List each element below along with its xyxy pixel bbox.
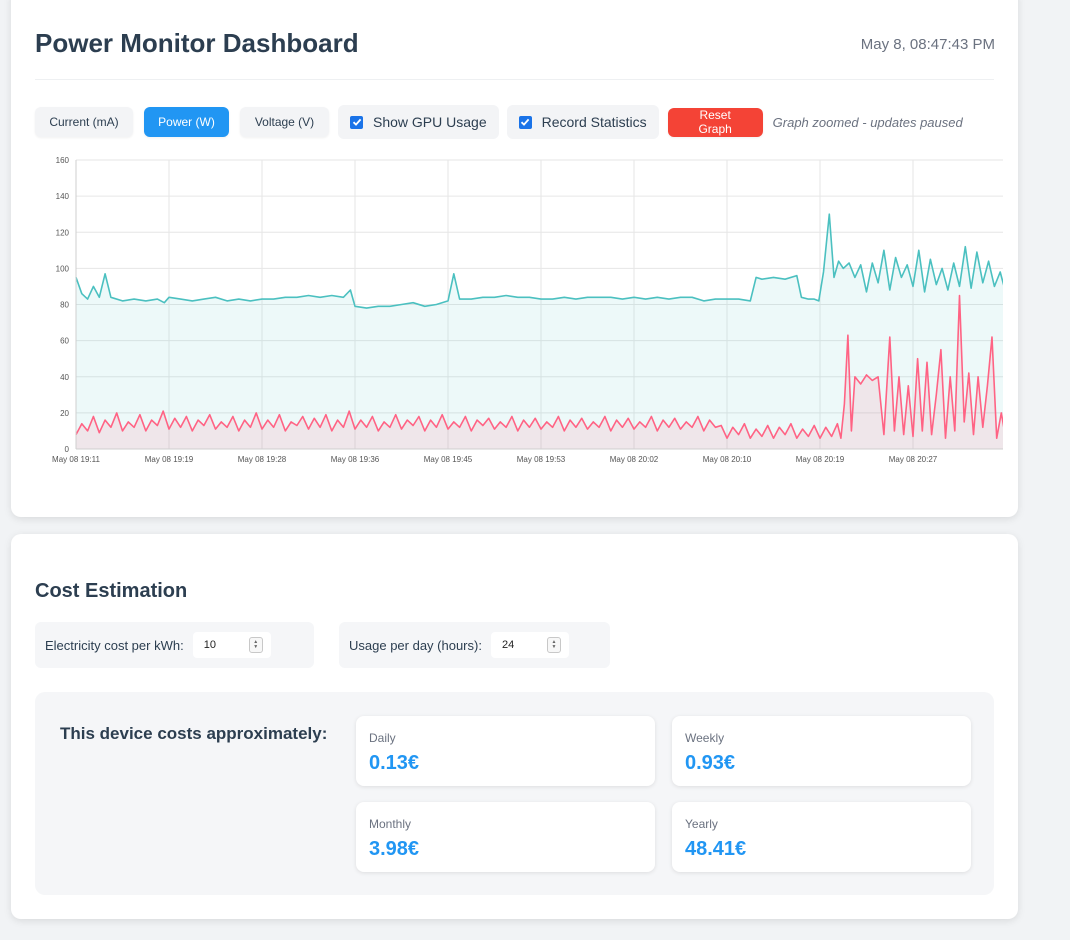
monthly-value: 3.98€ bbox=[369, 838, 420, 860]
y-tick-label: 80 bbox=[60, 301, 69, 310]
x-tick-label: May 08 20:02 bbox=[610, 455, 659, 464]
y-tick-label: 60 bbox=[60, 337, 69, 346]
power-chart[interactable]: 0 20 40 60 80 100 120 140 160 May 08 19:11 May 08 … bbox=[35, 156, 1003, 476]
y-tick-label: 100 bbox=[56, 264, 70, 273]
cost-panel: This device costs approximately: Daily 0… bbox=[35, 692, 994, 895]
weekly-cost-card: Weekly 0.93€ bbox=[672, 716, 971, 786]
kwh-stepper-icon[interactable]: ▲ ▼ bbox=[248, 637, 263, 653]
kwh-field: Electricity cost per kWh: ▲▼ bbox=[35, 622, 314, 668]
y-tick-label: 140 bbox=[56, 192, 70, 201]
x-tick-label: May 08 19:11 bbox=[52, 455, 100, 464]
record-statistics-checkbox[interactable] bbox=[518, 115, 532, 129]
record-statistics-toggle[interactable]: Record Statistics bbox=[506, 105, 659, 139]
gpu-usage-checkbox[interactable] bbox=[350, 115, 363, 129]
monitor-card: Power Monitor Dashboard May 8, 08:47:43 … bbox=[11, 0, 1018, 517]
checkmark-icon bbox=[520, 118, 530, 126]
x-tick-label: May 08 20:19 bbox=[796, 455, 845, 464]
kwh-label: Electricity cost per kWh: bbox=[45, 637, 184, 653]
gpu-usage-toggle[interactable]: Show GPU Usage bbox=[338, 105, 499, 139]
reset-graph-button[interactable]: Reset Graph bbox=[667, 107, 763, 137]
yearly-cost-card: Yearly 48.41€ bbox=[672, 802, 971, 872]
y-tick-label: 120 bbox=[56, 228, 70, 237]
weekly-value: 0.93€ bbox=[685, 752, 736, 774]
graph-controls: Current (mA) Power (W) Voltage (V) Show … bbox=[35, 105, 963, 139]
hours-field: Usage per day (hours): ▲▼ bbox=[339, 622, 610, 668]
y-tick-label: 160 bbox=[56, 156, 70, 165]
yearly-value: 48.41€ bbox=[685, 838, 747, 860]
power-button[interactable]: Power (W) bbox=[144, 107, 229, 137]
cost-section-title: Cost Estimation bbox=[35, 580, 188, 602]
x-tick-label: May 08 19:53 bbox=[517, 455, 566, 464]
x-tick-label: May 08 19:45 bbox=[424, 455, 473, 464]
x-tick-label: May 08 20:10 bbox=[703, 455, 752, 464]
x-tick-label: May 08 19:36 bbox=[331, 455, 380, 464]
checkmark-icon bbox=[352, 118, 361, 126]
divider bbox=[35, 79, 994, 80]
daily-label: Daily bbox=[369, 731, 396, 745]
current-button[interactable]: Current (mA) bbox=[35, 107, 133, 137]
y-tick-label: 0 bbox=[65, 445, 70, 454]
status-note: Graph zoomed - updates paused bbox=[772, 114, 963, 130]
voltage-button[interactable]: Voltage (V) bbox=[240, 107, 329, 137]
y-tick-label: 20 bbox=[60, 409, 69, 418]
hours-stepper-icon[interactable]: ▲ ▼ bbox=[546, 637, 561, 653]
record-statistics-label: Record Statistics bbox=[541, 114, 647, 130]
x-tick-label: May 08 19:28 bbox=[238, 455, 287, 464]
monthly-label: Monthly bbox=[369, 817, 412, 831]
monthly-cost-card: Monthly 3.98€ bbox=[356, 802, 655, 872]
cost-card: Cost Estimation Electricity cost per kWh… bbox=[11, 534, 1018, 919]
hours-label: Usage per day (hours): bbox=[349, 637, 482, 653]
weekly-label: Weekly bbox=[685, 731, 725, 745]
x-tick-label: May 08 20:27 bbox=[889, 455, 938, 464]
daily-cost-card: Daily 0.13€ bbox=[356, 716, 655, 786]
page-title: Power Monitor Dashboard bbox=[35, 28, 359, 58]
yearly-label: Yearly bbox=[685, 817, 718, 831]
gpu-usage-label: Show GPU Usage bbox=[373, 114, 487, 130]
cost-panel-heading: This device costs approximately: bbox=[60, 724, 328, 743]
x-tick-label: May 08 19:19 bbox=[145, 455, 194, 464]
daily-value: 0.13€ bbox=[369, 752, 420, 774]
y-tick-label: 40 bbox=[60, 373, 69, 382]
timestamp: May 8, 08:47:43 PM bbox=[860, 36, 995, 53]
